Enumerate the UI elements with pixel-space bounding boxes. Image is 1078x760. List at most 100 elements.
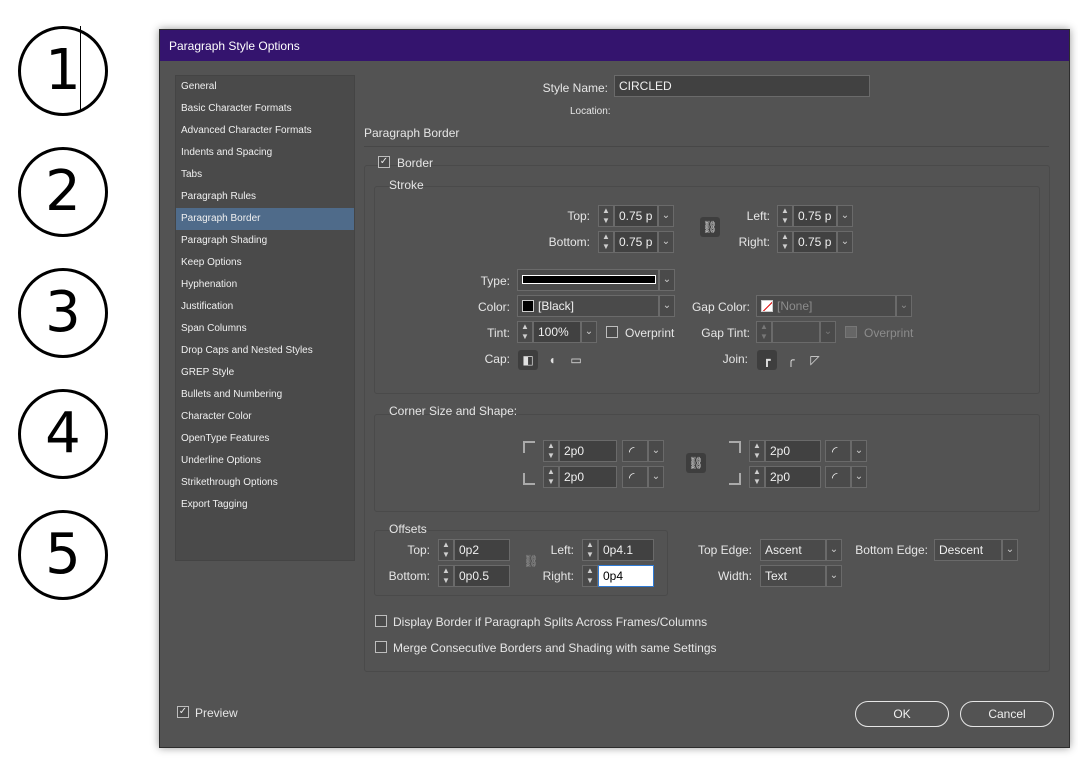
round-cap-icon[interactable]: ◖ [542,350,562,370]
corner-tr-stepper[interactable]: ▲ ▼ [749,440,765,462]
stroke-right-input[interactable]: 0.75 p [793,231,837,253]
gap-color-label: Gap Color: [691,300,750,314]
sidebar-item-advanced-character-formats[interactable]: Advanced Character Formats [176,120,354,142]
stroke-type-dropdown[interactable]: ⌄ [659,269,675,291]
offset-left-input[interactable]: 0p4.1 [598,539,654,561]
link-stroke-icon[interactable]: ⛓ [700,217,720,237]
offset-bottom-stepper[interactable]: ▲ ▼ [438,565,454,587]
offset-right-input[interactable]: 0p4 [598,565,654,587]
top-edge-label: Top Edge: [697,543,752,557]
stroke-bottom-stepper[interactable]: ▲ ▼ [598,231,614,253]
stroke-left-input[interactable]: 0.75 p [793,205,837,227]
gap-color-select[interactable]: [None] [756,295,896,317]
gap-tint-stepper[interactable]: ▲ ▼ [756,321,772,343]
offset-top-input[interactable]: 0p2 [454,539,510,561]
style-name-input[interactable]: CIRCLED [614,75,870,97]
gap-tint-input[interactable] [772,321,820,343]
stroke-top-stepper[interactable]: ▲ ▼ [598,205,614,227]
corner-tl-stepper[interactable]: ▲ ▼ [543,440,559,462]
circled-number-1: 1 [18,26,108,116]
stroke-top-dropdown[interactable]: ⌄ [658,205,674,227]
ok-button[interactable]: OK [855,701,949,727]
stroke-bottom-input[interactable]: 0.75 p [614,231,658,253]
location-label: Location: [570,106,611,117]
sidebar-item-paragraph-shading[interactable]: Paragraph Shading [176,230,354,252]
merge-borders-label: Merge Consecutive Borders and Shading wi… [393,641,717,655]
corner-bl-stepper[interactable]: ▲ ▼ [543,466,559,488]
sidebar-item-tabs[interactable]: Tabs [176,164,354,186]
stroke-color-dropdown[interactable]: ⌄ [659,295,675,317]
tint-input[interactable]: 100% [533,321,581,343]
stroke-color-select[interactable]: [Black] [517,295,659,317]
sidebar-item-hyphenation[interactable]: Hyphenation [176,274,354,296]
sidebar-item-opentype-features[interactable]: OpenType Features [176,428,354,450]
corner-tl-input[interactable]: 2p0 [559,440,617,462]
display-split-checkbox[interactable] [375,615,387,627]
sidebar-item-indents-and-spacing[interactable]: Indents and Spacing [176,142,354,164]
gap-overprint-checkbox[interactable] [845,326,857,338]
sidebar-item-export-tagging[interactable]: Export Tagging [176,494,354,516]
offset-top-stepper[interactable]: ▲ ▼ [438,539,454,561]
corner-br-stepper[interactable]: ▲ ▼ [749,466,765,488]
corner-tl-shape-icon[interactable]: ◜ [622,440,648,462]
sidebar-item-character-color[interactable]: Character Color [176,406,354,428]
round-join-icon[interactable]: ╭ [781,350,801,370]
corner-bl-shape-icon[interactable]: ◜ [622,466,648,488]
corner-bl-input[interactable]: 2p0 [559,466,617,488]
bottom-edge-dropdown[interactable]: ⌄ [1002,539,1018,561]
corner-tr-shape-dropdown[interactable]: ⌄ [851,440,867,462]
corner-tl-shape-dropdown[interactable]: ⌄ [648,440,664,462]
offset-right-stepper[interactable]: ▲ ▼ [582,565,598,587]
corner-br-shape-icon[interactable]: ◜ [825,466,851,488]
corner-tr-input[interactable]: 2p0 [765,440,821,462]
sidebar-item-paragraph-rules[interactable]: Paragraph Rules [176,186,354,208]
sidebar-item-paragraph-border[interactable]: Paragraph Border [176,208,354,230]
merge-borders-checkbox[interactable] [375,641,387,653]
sidebar-item-bullets-numbering[interactable]: Bullets and Numbering [176,384,354,406]
corner-tr-shape-icon[interactable]: ◜ [825,440,851,462]
dialog-title[interactable]: Paragraph Style Options [160,30,1069,61]
cancel-button[interactable]: Cancel [960,701,1054,727]
projecting-cap-icon[interactable]: ▭ [566,350,586,370]
corner-br-input[interactable]: 2p0 [765,466,821,488]
sidebar-item-strikethrough-options[interactable]: Strikethrough Options [176,472,354,494]
tint-dropdown[interactable]: ⌄ [581,321,597,343]
stroke-left-dropdown[interactable]: ⌄ [837,205,853,227]
sidebar-item-span-columns[interactable]: Span Columns [176,318,354,340]
bevel-join-icon[interactable]: ◸ [805,350,825,370]
sidebar-item-keep-options[interactable]: Keep Options [176,252,354,274]
miter-join-icon[interactable]: ┏ [757,350,777,370]
sidebar-item-grep-style[interactable]: GREP Style [176,362,354,384]
width-select[interactable]: Text [760,565,826,587]
tint-stepper[interactable]: ▲ ▼ [517,321,533,343]
stroke-left-stepper[interactable]: ▲ ▼ [777,205,793,227]
stroke-bottom-dropdown[interactable]: ⌄ [658,231,674,253]
stroke-top-input[interactable]: 0.75 p [614,205,658,227]
overprint-checkbox[interactable] [606,326,618,338]
sidebar-item-drop-caps[interactable]: Drop Caps and Nested Styles [176,340,354,362]
sidebar-item-justification[interactable]: Justification [176,296,354,318]
sidebar-item-underline-options[interactable]: Underline Options [176,450,354,472]
stroke-right-stepper[interactable]: ▲ ▼ [777,231,793,253]
gap-tint-dropdown[interactable]: ⌄ [820,321,836,343]
solid-stroke-swatch [522,275,656,284]
gap-overprint-label: Overprint [864,326,914,340]
stroke-right-dropdown[interactable]: ⌄ [837,231,853,253]
bottom-edge-select[interactable]: Descent [934,539,1002,561]
stroke-type-select[interactable] [517,269,659,291]
black-swatch-icon [522,300,534,312]
border-checkbox[interactable]: ✓ [378,156,390,168]
top-edge-select[interactable]: Ascent [760,539,826,561]
preview-checkbox[interactable]: ✓ [177,706,189,718]
sidebar-item-basic-character-formats[interactable]: Basic Character Formats [176,98,354,120]
sidebar-item-general[interactable]: General [176,76,354,98]
offset-left-stepper[interactable]: ▲ ▼ [582,539,598,561]
gap-color-dropdown[interactable]: ⌄ [896,295,912,317]
top-edge-dropdown[interactable]: ⌄ [826,539,842,561]
corner-br-shape-dropdown[interactable]: ⌄ [851,466,867,488]
link-corners-icon[interactable]: ⛓ [686,453,706,473]
butt-cap-icon[interactable]: ◧ [518,350,538,370]
width-dropdown[interactable]: ⌄ [826,565,842,587]
offset-bottom-input[interactable]: 0p0.5 [454,565,510,587]
corner-bl-shape-dropdown[interactable]: ⌄ [648,466,664,488]
